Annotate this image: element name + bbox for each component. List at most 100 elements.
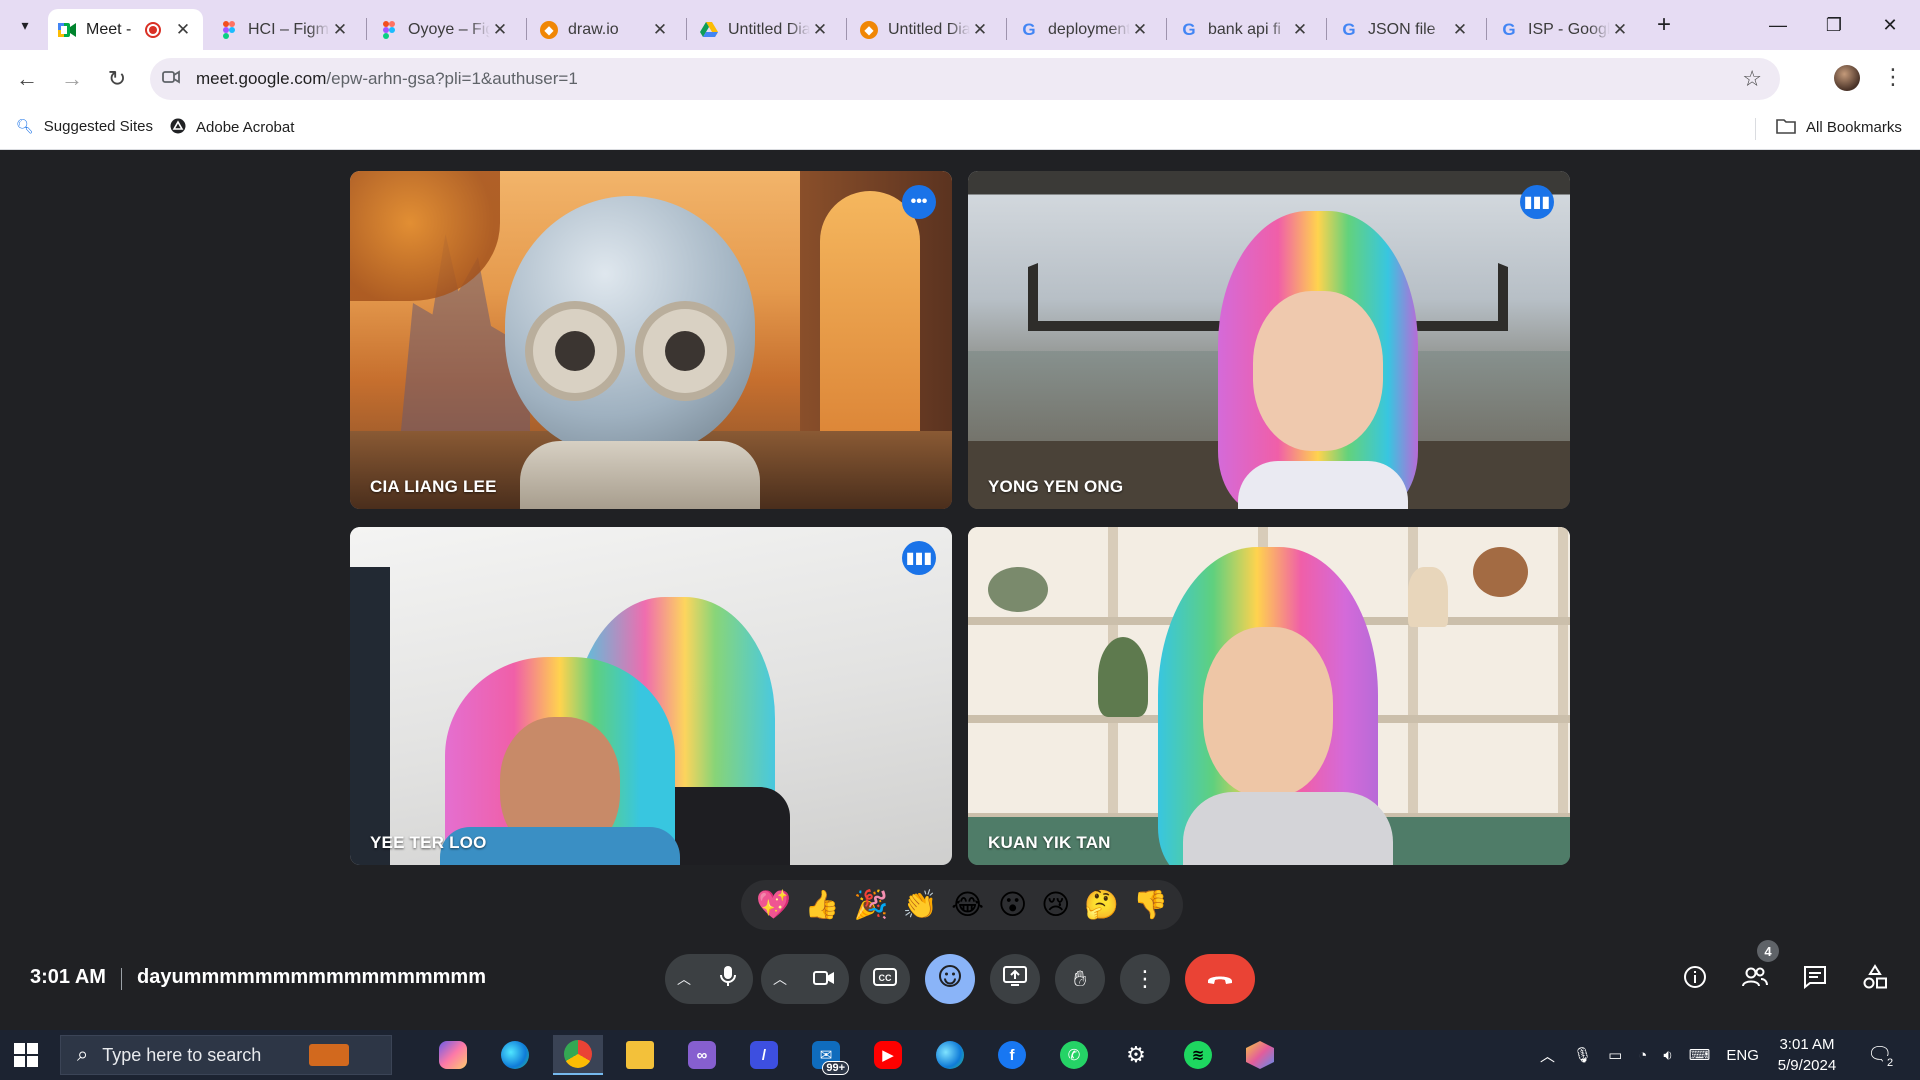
close-icon[interactable]: ✕	[330, 20, 350, 40]
close-icon[interactable]: ✕	[1290, 20, 1310, 40]
back-button[interactable]: ←	[12, 64, 42, 94]
forward-button[interactable]: →	[57, 64, 87, 94]
more-options-button[interactable]: ⋮	[1120, 954, 1170, 1004]
participant-name: YONG YEN ONG	[988, 477, 1124, 496]
reaction-crying[interactable]: 😢	[1041, 891, 1070, 919]
reaction-laughing[interactable]: 😂	[951, 891, 984, 919]
tab-drawio[interactable]: ◆ draw.io ✕	[530, 9, 680, 50]
tab-title: draw.io	[568, 20, 619, 38]
taskbar-spotify[interactable]: ≋	[1173, 1035, 1223, 1075]
participant-tile-1[interactable]: ••• CIA LIANG LEE	[350, 171, 952, 509]
taskbar-app[interactable]: /	[739, 1035, 789, 1075]
svg-text:CC: CC	[879, 973, 892, 983]
chevron-up-icon: ︿	[773, 971, 787, 987]
taskbar-search[interactable]: ⌕ Type here to search	[60, 1035, 392, 1075]
tab-title: Oyoye – Figma	[408, 20, 490, 38]
tab-oyoye-figma[interactable]: Oyoye – Figma ✕	[370, 9, 520, 50]
reaction-thumbs-up[interactable]: 👍	[805, 891, 840, 919]
reaction-sparkling-heart[interactable]: 💖	[756, 891, 791, 919]
camera-button[interactable]	[799, 954, 849, 1004]
close-icon[interactable]: ✕	[1130, 20, 1150, 40]
captions-button[interactable]: CC	[860, 954, 910, 1004]
restore-button[interactable]: ❐	[1806, 0, 1862, 50]
taskbar-clock[interactable]: 3:01 AM 5/9/2024	[1763, 1034, 1851, 1076]
star-icon[interactable]: ☆	[1742, 66, 1762, 92]
close-icon[interactable]: ✕	[1610, 20, 1630, 40]
tab-search-button[interactable]: ▾	[10, 10, 40, 40]
tab-strip: ▾ Meet - ✕ HCI – Figma ✕ Oyoye – Figma ✕…	[0, 0, 1920, 50]
present-screen-button[interactable]	[990, 954, 1040, 1004]
close-icon[interactable]: ✕	[970, 20, 990, 40]
close-icon[interactable]: ✕	[173, 20, 193, 40]
participant-tile-2[interactable]: ▮▮▮ YONG YEN ONG	[968, 171, 1570, 509]
chevron-up-icon[interactable]: ︿	[1540, 1045, 1555, 1066]
tab-untitled-diagram-drawio[interactable]: ◆ Untitled Diagram ✕	[850, 9, 1000, 50]
close-icon[interactable]: ✕	[490, 20, 510, 40]
reaction-clapping[interactable]: 👏	[902, 891, 937, 919]
avatar[interactable]	[1834, 65, 1860, 91]
activities-button[interactable]	[1857, 962, 1893, 998]
chat-icon	[1803, 965, 1827, 996]
reaction-party-popper[interactable]: 🎉	[854, 891, 889, 919]
tab-untitled-diagram-drive[interactable]: Untitled Diagram ✕	[690, 9, 840, 50]
windows-start-button[interactable]	[14, 1043, 38, 1067]
wifi-icon[interactable]: ◔	[1638, 1047, 1647, 1064]
all-bookmarks-button[interactable]: All Bookmarks	[1776, 118, 1902, 137]
taskbar-whatsapp[interactable]: ✆	[1049, 1035, 1099, 1075]
close-icon[interactable]: ✕	[1450, 20, 1470, 40]
hang-up-icon	[1206, 966, 1234, 992]
microphone-icon[interactable]: 🎙︎	[1573, 1046, 1592, 1064]
reaction-thumbs-down[interactable]: 👎	[1133, 891, 1168, 919]
taskbar-youtube[interactable]: ▶	[863, 1035, 913, 1075]
reaction-surprised[interactable]: 😮	[998, 891, 1027, 919]
more-options-icon[interactable]: ⋮	[1882, 64, 1904, 90]
close-icon[interactable]: ✕	[810, 20, 830, 40]
participant-tile-3[interactable]: ▮▮▮ YEE TER LOO	[350, 527, 952, 865]
close-window-button[interactable]: ✕	[1862, 0, 1918, 50]
taskbar-mail[interactable]: ✉︎ 99+	[801, 1035, 851, 1075]
new-tab-button[interactable]: +	[1650, 11, 1678, 39]
address-bar[interactable]: meet.google.com/epw-arhn-gsa?pli=1&authu…	[150, 58, 1780, 100]
chat-button[interactable]	[1797, 962, 1833, 998]
tab-isp-google[interactable]: G ISP - Google ✕	[1490, 9, 1640, 50]
minimize-button[interactable]: —	[1750, 0, 1806, 50]
tab-bank-api[interactable]: G bank api fi ✕	[1170, 9, 1320, 50]
video-settings-button[interactable]: ︿	[761, 954, 799, 1004]
tab-deployment[interactable]: G deployment ✕	[1010, 9, 1160, 50]
taskbar-app-cube[interactable]	[1235, 1035, 1285, 1075]
taskbar-chrome[interactable]	[553, 1035, 603, 1075]
microphone-button[interactable]	[703, 954, 753, 1004]
meeting-details-button[interactable]	[1677, 962, 1713, 998]
reload-button[interactable]: ↻	[102, 64, 132, 94]
more-options-icon[interactable]: •••	[902, 185, 936, 219]
taskbar-edge-beta[interactable]	[925, 1035, 975, 1075]
video-feed	[968, 171, 1570, 509]
taskbar-file-explorer[interactable]	[615, 1035, 665, 1075]
taskbar-edge[interactable]	[490, 1035, 540, 1075]
volume-icon[interactable]: 🔉︎	[1663, 1047, 1672, 1064]
audio-settings-button[interactable]: ︿	[665, 954, 703, 1004]
bookmark-adobe-acrobat[interactable]: Adobe Acrobat	[170, 118, 294, 137]
keyboard-icon[interactable]: ⌨︎	[1689, 1046, 1711, 1064]
taskbar-visual-studio[interactable]: ∞	[677, 1035, 727, 1075]
more-options-icon: ⋮	[1134, 966, 1156, 991]
people-button[interactable]	[1737, 962, 1773, 998]
close-icon[interactable]: ✕	[650, 20, 670, 40]
taskbar-copilot[interactable]	[428, 1035, 478, 1075]
bookmark-label: Suggested Sites	[43, 118, 154, 135]
tab-hci-figma[interactable]: HCI – Figma ✕	[210, 9, 360, 50]
video-feed	[350, 171, 952, 509]
battery-icon[interactable]: ▭	[1608, 1046, 1622, 1064]
reaction-thinking[interactable]: 🤔	[1084, 891, 1119, 919]
language-indicator[interactable]: ENG	[1726, 1047, 1759, 1064]
reactions-button[interactable]	[925, 954, 975, 1004]
taskbar-facebook[interactable]: f	[987, 1035, 1037, 1075]
bookmark-suggested-sites[interactable]: 🔍︎ Suggested Sites	[16, 118, 153, 135]
tab-json-file[interactable]: G JSON file ✕	[1330, 9, 1480, 50]
tab-meet[interactable]: Meet - ✕	[48, 9, 203, 50]
video-camera-icon	[813, 966, 835, 992]
taskbar-settings[interactable]: ⚙	[1111, 1035, 1161, 1075]
leave-call-button[interactable]	[1185, 954, 1255, 1004]
raise-hand-button[interactable]: ✋︎	[1055, 954, 1105, 1004]
participant-tile-4[interactable]: KUAN YIK TAN	[968, 527, 1570, 865]
